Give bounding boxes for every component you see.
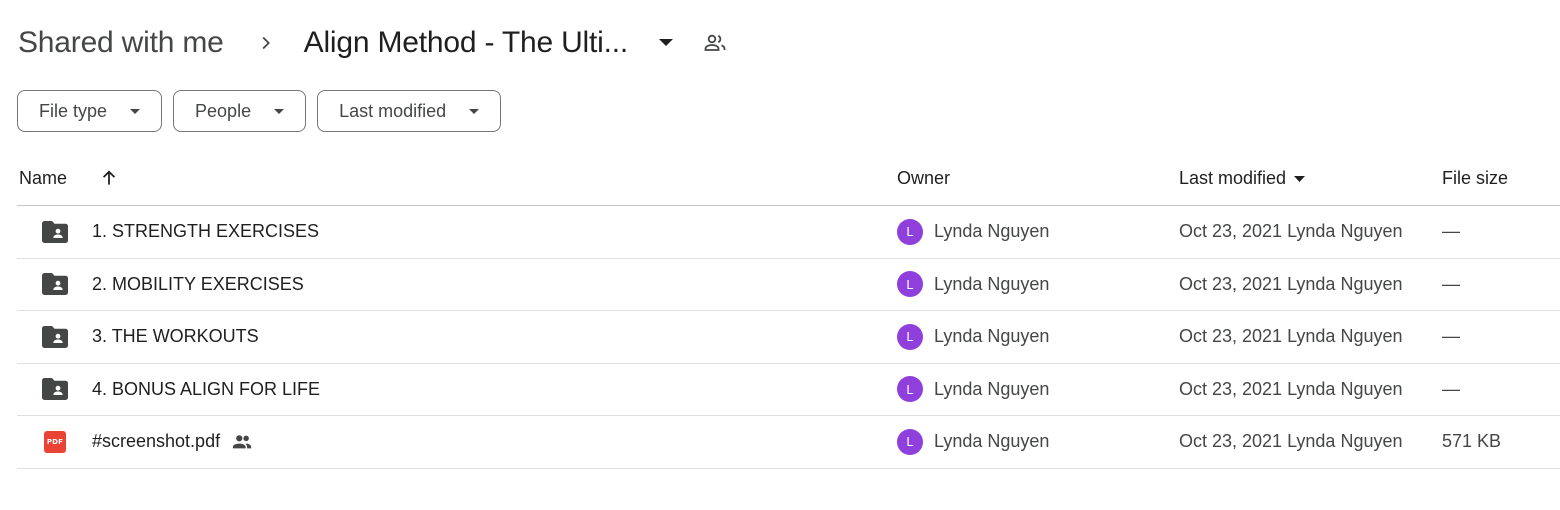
table-row[interactable]: 4. BONUS ALIGN FOR LIFE L Lynda Nguyen O…: [17, 364, 1560, 416]
file-name: 3. THE WORKOUTS: [92, 326, 259, 346]
owner-name: Lynda Nguyen: [934, 273, 1050, 294]
arrow-up-icon[interactable]: [97, 166, 121, 190]
column-header-last-modified[interactable]: Last modified: [1179, 152, 1306, 205]
file-name-cell: #screenshot.pdf: [92, 416, 253, 467]
last-modified: Oct 23, 2021 Lynda Nguyen: [1179, 378, 1403, 399]
owner-name: Lynda Nguyen: [934, 431, 1050, 451]
shared-folder-icon: [41, 364, 69, 415]
file-name: 2. MOBILITY EXERCISES: [92, 273, 304, 294]
avatar: L: [897, 376, 923, 402]
file-name: 1. STRENGTH EXERCISES: [92, 221, 320, 241]
shared-folder-icon: [41, 311, 69, 362]
shared-folder-icon: [41, 206, 69, 257]
filter-chips: File type People Last modified: [17, 90, 502, 132]
filter-people[interactable]: People: [173, 90, 307, 132]
table-row[interactable]: 3. THE WORKOUTS L Lynda Nguyen Oct 23, 2…: [17, 311, 1560, 364]
shared-folder-icon: [41, 259, 69, 310]
avatar: L: [897, 271, 923, 297]
last-modified: Oct 23, 2021 Lynda Nguyen: [1179, 326, 1403, 346]
owner-cell: L Lynda Nguyen: [897, 311, 1049, 362]
avatar: L: [897, 323, 923, 350]
breadcrumb-shared-with-me[interactable]: Shared with me: [18, 26, 224, 60]
caret-down-icon: [468, 105, 480, 117]
owner-name: Lynda Nguyen: [934, 378, 1050, 399]
file-size: —: [1442, 221, 1460, 241]
caret-down-icon: [1292, 172, 1306, 186]
people-outline-icon[interactable]: [702, 30, 728, 56]
breadcrumb-current-folder[interactable]: Align Method - The Ulti...: [304, 26, 629, 60]
owner-cell: L Lynda Nguyen: [897, 416, 1049, 467]
owner-name: Lynda Nguyen: [934, 326, 1050, 346]
filter-label: People: [195, 100, 252, 121]
column-header-name[interactable]: Name: [19, 152, 67, 205]
column-header-file-size: File size: [1442, 168, 1509, 188]
filter-label: Last modified: [339, 100, 447, 121]
chevron-right-icon: [256, 33, 276, 53]
table-row[interactable]: 1. STRENGTH EXERCISES L Lynda Nguyen Oct…: [17, 206, 1560, 259]
people-icon: [231, 431, 253, 453]
file-list: 1. STRENGTH EXERCISES L Lynda Nguyen Oct…: [17, 206, 1560, 469]
file-size: —: [1442, 273, 1460, 294]
last-modified: Oct 23, 2021 Lynda Nguyen: [1179, 431, 1403, 451]
file-size: —: [1442, 378, 1460, 399]
column-header-owner: Owner: [897, 168, 951, 188]
pdf-icon-label: PDF: [44, 430, 66, 453]
last-modified: Oct 23, 2021 Lynda Nguyen: [1179, 221, 1403, 241]
table-row[interactable]: PDF #screenshot.pdf L Lynda Nguyen Oct 2…: [17, 416, 1560, 469]
caret-down-icon: [273, 105, 285, 117]
owner-cell: L Lynda Nguyen: [897, 206, 1049, 257]
avatar: L: [897, 428, 923, 455]
table-header: Name Owner Last modified File size: [17, 152, 1560, 206]
last-modified: Oct 23, 2021 Lynda Nguyen: [1179, 273, 1403, 294]
file-name: #screenshot.pdf: [92, 431, 221, 451]
caret-down-icon[interactable]: [654, 31, 678, 55]
filter-file-type[interactable]: File type: [17, 90, 163, 132]
owner-cell: L Lynda Nguyen: [897, 364, 1049, 415]
caret-down-icon: [129, 105, 141, 117]
avatar: L: [897, 218, 923, 245]
filter-last-modified[interactable]: Last modified: [317, 90, 502, 132]
owner-cell: L Lynda Nguyen: [897, 259, 1049, 310]
column-header-label: Last modified: [1179, 168, 1287, 188]
file-name: 4. BONUS ALIGN FOR LIFE: [92, 378, 321, 399]
table-row[interactable]: 2. MOBILITY EXERCISES L Lynda Nguyen Oct…: [17, 259, 1560, 311]
filter-label: File type: [39, 100, 108, 121]
pdf-file-icon: PDF: [41, 416, 69, 467]
drive-page: Shared with me Align Method - The Ulti..…: [0, 0, 1560, 510]
file-size: —: [1442, 326, 1460, 346]
file-size: 571 KB: [1442, 431, 1502, 451]
owner-name: Lynda Nguyen: [934, 221, 1050, 241]
breadcrumb: Shared with me Align Method - The Ulti..…: [18, 20, 728, 66]
